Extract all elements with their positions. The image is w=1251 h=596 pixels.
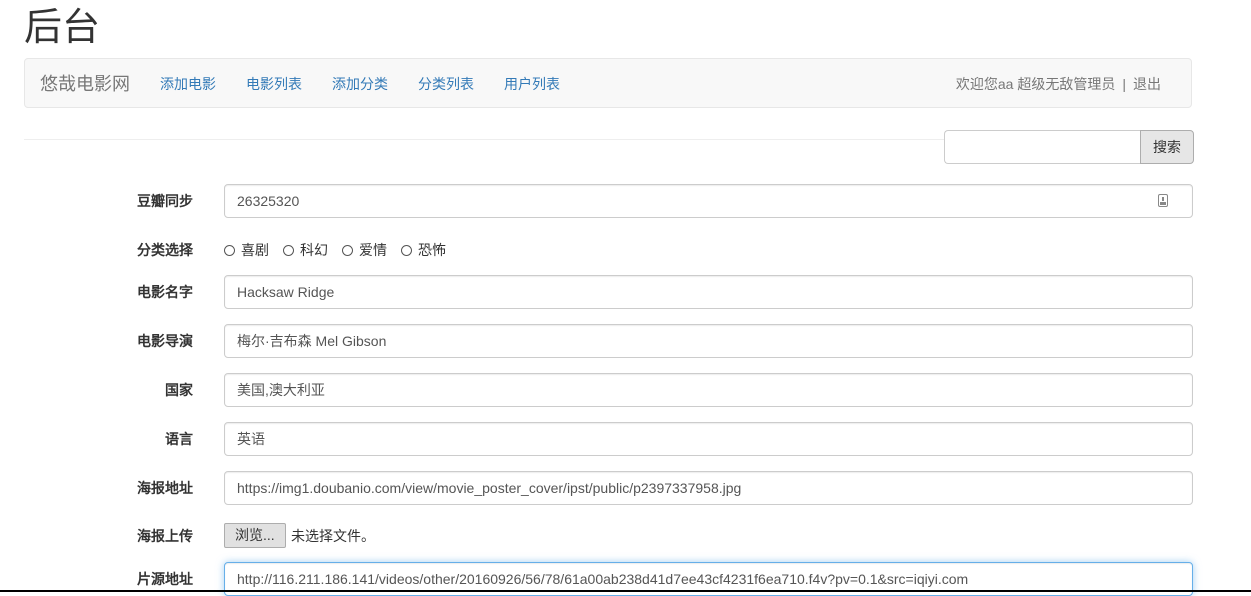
form-row-poster-upload: 海报上传 浏览... 未选择文件。 <box>0 519 1251 553</box>
form-row-poster-url: 海报地址 <box>0 471 1251 505</box>
nav-links: 添加电影 电影列表 添加分类 分类列表 用户列表 <box>160 59 590 109</box>
nav-add-category[interactable]: 添加分类 <box>332 59 388 109</box>
file-status-text: 未选择文件。 <box>291 528 375 544</box>
page-title: 后台 <box>24 5 101 49</box>
radio-circle-icon[interactable] <box>283 244 294 256</box>
poster-url-label: 海报地址 <box>137 480 193 496</box>
radio-circle-icon[interactable] <box>401 244 412 256</box>
nav-add-movie[interactable]: 添加电影 <box>160 59 216 109</box>
navbar: 悠哉电影网 添加电影 电影列表 添加分类 分类列表 用户列表 欢迎您aa 超级无… <box>24 58 1192 108</box>
browse-file-button[interactable]: 浏览... <box>224 523 286 548</box>
director-label: 电影导演 <box>137 333 193 349</box>
welcome-text: 欢迎您aa 超级无敌管理员 <box>955 76 1116 92</box>
nav-category-list[interactable]: 分类列表 <box>418 59 474 109</box>
radio-romance[interactable]: 爱情 <box>342 240 387 260</box>
form-row-douban: 豆瓣同步 <box>0 184 1251 218</box>
search-button[interactable]: 搜索 <box>1140 130 1194 164</box>
user-area: 欢迎您aa 超级无敌管理员 | 退出 <box>956 59 1161 109</box>
poster-upload-label: 海报上传 <box>137 528 193 544</box>
nav-movie-list[interactable]: 电影列表 <box>246 59 302 109</box>
radio-circle-icon[interactable] <box>224 244 235 256</box>
radio-label: 爱情 <box>359 242 387 258</box>
search-input[interactable] <box>944 130 1140 164</box>
director-input[interactable] <box>224 324 1193 358</box>
radio-label: 恐怖 <box>418 242 446 258</box>
movie-name-label: 电影名字 <box>137 284 193 300</box>
radio-label: 喜剧 <box>241 242 269 258</box>
form-row-language: 语言 <box>0 422 1251 456</box>
language-label: 语言 <box>165 431 193 447</box>
search-form: 搜索 <box>944 130 1194 164</box>
radio-horror[interactable]: 恐怖 <box>401 240 446 260</box>
logout-link[interactable]: 退出 <box>1133 76 1161 92</box>
language-input[interactable] <box>224 422 1193 456</box>
form-row-category: 分类选择 喜剧 科幻 爱情 恐怖 <box>0 233 1251 267</box>
radio-label: 科幻 <box>300 242 328 258</box>
form-row-country: 国家 <box>0 373 1251 407</box>
form-row-director: 电影导演 <box>0 324 1251 358</box>
radio-scifi[interactable]: 科幻 <box>283 240 328 260</box>
radio-circle-icon[interactable] <box>342 244 353 256</box>
nav-user-list[interactable]: 用户列表 <box>504 59 560 109</box>
country-input[interactable] <box>224 373 1193 407</box>
category-label: 分类选择 <box>137 242 193 258</box>
category-radio-group: 喜剧 科幻 爱情 恐怖 <box>224 233 460 267</box>
country-label: 国家 <box>165 382 193 398</box>
douban-label: 豆瓣同步 <box>137 193 193 209</box>
form-row-name: 电影名字 <box>0 275 1251 309</box>
movie-name-input[interactable] <box>224 275 1193 309</box>
brand-logo[interactable]: 悠哉电影网 <box>40 59 130 109</box>
contact-card-icon[interactable] <box>1158 194 1168 207</box>
radio-comedy[interactable]: 喜剧 <box>224 240 269 260</box>
nav-separator: | <box>1122 76 1126 92</box>
poster-url-input[interactable] <box>224 471 1193 505</box>
douban-id-input[interactable] <box>224 184 1193 218</box>
